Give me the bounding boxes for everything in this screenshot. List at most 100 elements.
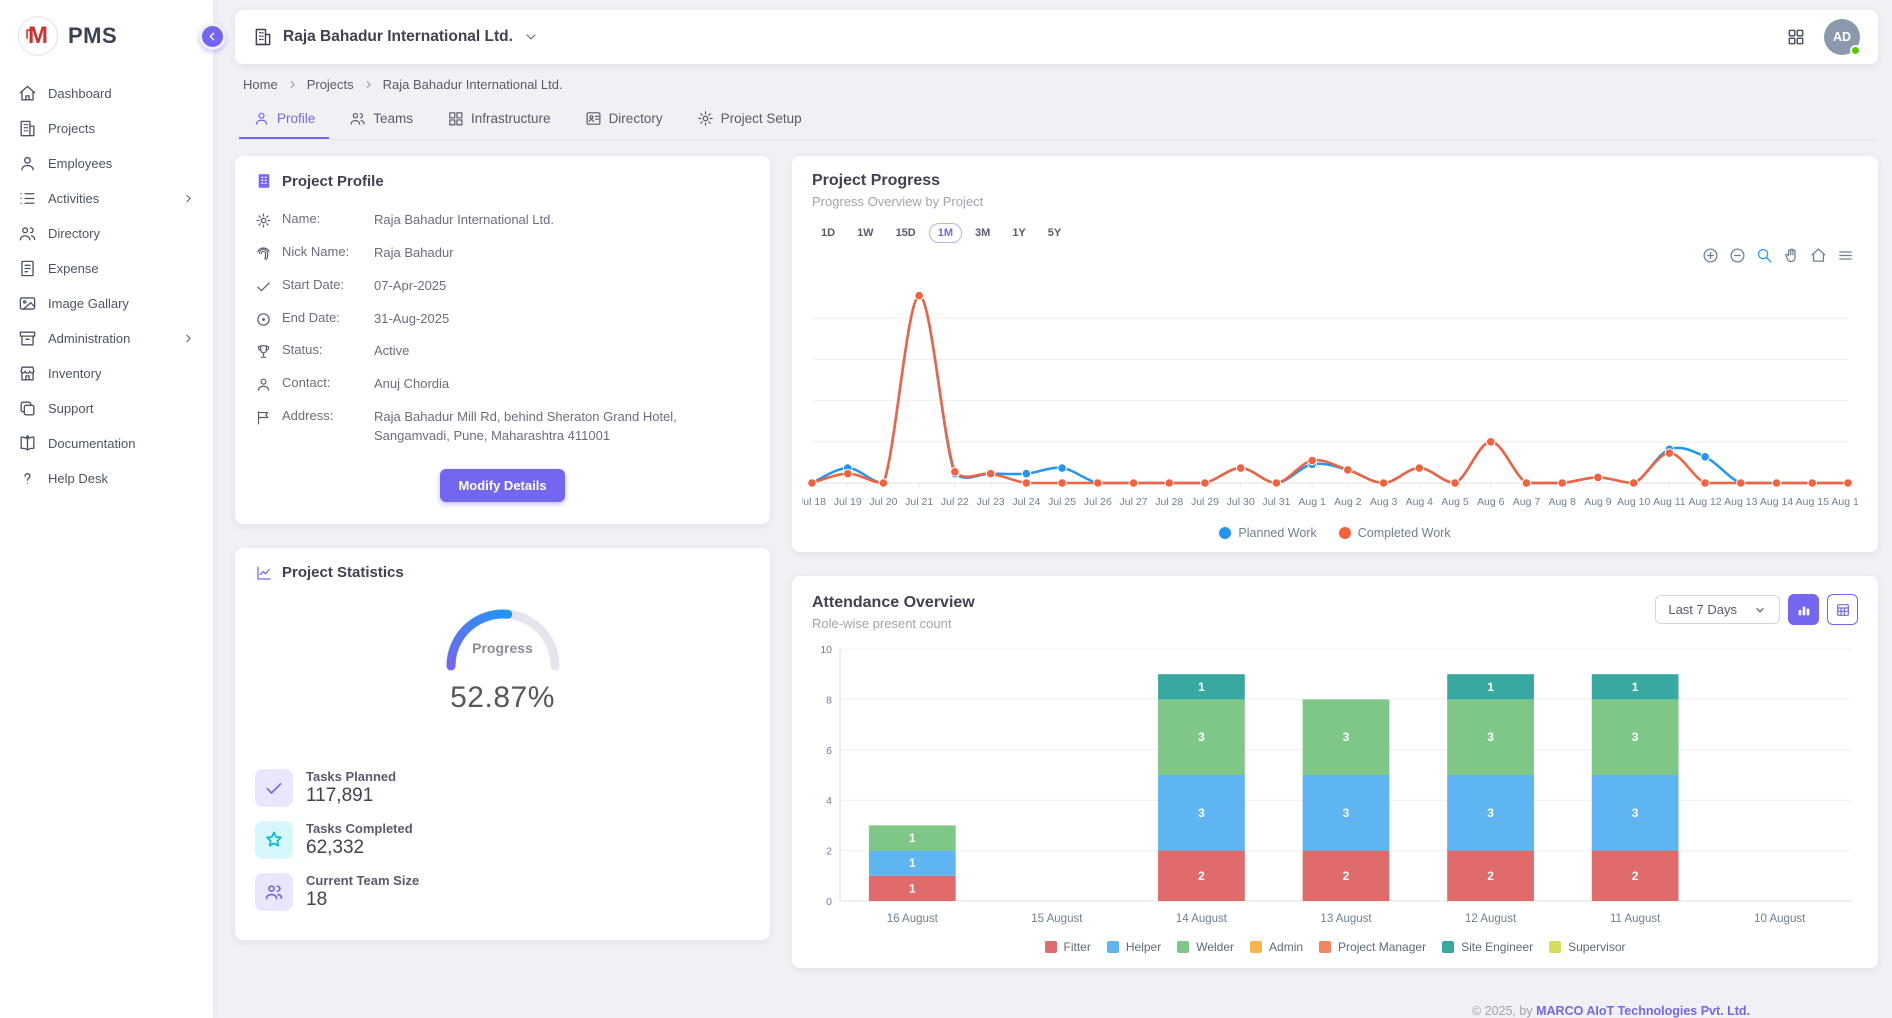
- stat-tasks-completed: Tasks Completed 62,332: [255, 821, 750, 859]
- person-icon: [253, 110, 270, 127]
- team-icon: [264, 882, 284, 902]
- tab-teams[interactable]: Teams: [335, 102, 427, 139]
- range-1y[interactable]: 1Y: [1003, 223, 1034, 243]
- sidebar-item-projects[interactable]: Projects: [0, 111, 213, 146]
- svg-text:Aug 2: Aug 2: [1334, 496, 1362, 508]
- topbar-actions: AD: [1786, 19, 1860, 55]
- progress-gauge: Progress 52.87%: [433, 596, 573, 715]
- stat-tasks-planned: Tasks Planned 117,891: [255, 769, 750, 807]
- avatar-initials: AD: [1833, 30, 1851, 44]
- chevron-left-icon: [206, 30, 219, 43]
- svg-text:10: 10: [820, 644, 832, 656]
- sidebar-item-label: Administration: [48, 331, 130, 346]
- svg-text:Aug 4: Aug 4: [1406, 496, 1434, 508]
- gauge-arc: [433, 596, 573, 674]
- svg-text:3: 3: [1487, 730, 1494, 744]
- sidebar-item-dashboard[interactable]: Dashboard: [0, 76, 213, 111]
- range-5y[interactable]: 5Y: [1039, 223, 1070, 243]
- apps-grid-icon[interactable]: [1786, 27, 1806, 47]
- logo-text: PMS: [68, 23, 117, 49]
- range-selector: 1D 1W 15D 1M 3M 1Y 5Y: [812, 223, 1858, 243]
- zoom-in-icon[interactable]: [1702, 247, 1719, 264]
- sidebar-item-support[interactable]: Support: [0, 391, 213, 426]
- sidebar-item-help-desk[interactable]: Help Desk: [0, 461, 213, 496]
- date-range-dropdown[interactable]: Last 7 Days: [1655, 595, 1780, 624]
- home-reset-icon[interactable]: [1810, 247, 1827, 264]
- tab-profile[interactable]: Profile: [239, 102, 329, 139]
- menu-icon[interactable]: [1837, 247, 1854, 264]
- sidebar-item-inventory[interactable]: Inventory: [0, 356, 213, 391]
- bar-chart-container[interactable]: 024681011116 August15 August233114 Augus…: [792, 631, 1878, 936]
- legend-fitter[interactable]: Fitter: [1045, 940, 1091, 954]
- sidebar-collapse-button[interactable]: [199, 23, 226, 50]
- sidebar-item-administration[interactable]: Administration: [0, 321, 213, 356]
- person-icon: [255, 376, 272, 393]
- legend-project-manager[interactable]: Project Manager: [1319, 940, 1426, 954]
- range-15d[interactable]: 15D: [887, 223, 925, 243]
- legend-site-engineer[interactable]: Site Engineer: [1442, 940, 1533, 954]
- tab-project-setup[interactable]: Project Setup: [683, 102, 816, 139]
- app-layout: M PMS Dashboard Projects Employees Activ…: [0, 0, 1892, 1018]
- range-1m[interactable]: 1M: [929, 223, 962, 243]
- legend-supervisor[interactable]: Supervisor: [1549, 940, 1625, 954]
- svg-text:3: 3: [1632, 806, 1639, 820]
- sidebar-item-documentation[interactable]: Documentation: [0, 426, 213, 461]
- flag-icon: [255, 409, 272, 426]
- attendance-overview-card: Attendance Overview Role-wise present co…: [792, 576, 1878, 968]
- chevron-right-icon: [182, 332, 195, 345]
- home-icon: [18, 84, 37, 103]
- modify-details-button[interactable]: Modify Details: [440, 469, 564, 502]
- svg-text:1: 1: [909, 856, 916, 870]
- star-icon: [264, 830, 284, 850]
- bar-view-button[interactable]: [1788, 594, 1819, 625]
- project-profile-card: Project Profile Name: Raja Bahadur Inter…: [235, 156, 770, 524]
- sidebar-item-directory[interactable]: Directory: [0, 216, 213, 251]
- bar-chart-icon: [1796, 602, 1812, 618]
- breadcrumb-home[interactable]: Home: [243, 77, 278, 92]
- selection-zoom-icon[interactable]: [1756, 247, 1773, 264]
- range-1d[interactable]: 1D: [812, 223, 844, 243]
- pan-icon[interactable]: [1783, 247, 1800, 264]
- legend-completed-work[interactable]: Completed Work: [1339, 526, 1451, 540]
- question-icon: [18, 469, 37, 488]
- user-avatar[interactable]: AD: [1824, 19, 1860, 55]
- field-status: Status: Active: [255, 335, 750, 368]
- tab-infrastructure[interactable]: Infrastructure: [433, 102, 565, 139]
- svg-text:15 August: 15 August: [1031, 913, 1083, 925]
- footer-company-link[interactable]: MARCO AIoT Technologies Pvt. Ltd.: [1536, 1004, 1750, 1018]
- chevron-right-icon: [182, 192, 195, 205]
- legend-planned-work[interactable]: Planned Work: [1219, 526, 1316, 540]
- sidebar-item-expense[interactable]: Expense: [0, 251, 213, 286]
- line-chart: Jul 18Jul 19Jul 20Jul 21Jul 22Jul 23Jul …: [802, 263, 1858, 515]
- sidebar-item-activities[interactable]: Activities: [0, 181, 213, 216]
- archive-icon: [18, 329, 37, 348]
- legend-welder[interactable]: Welder: [1177, 940, 1234, 954]
- table-view-button[interactable]: [1827, 594, 1858, 625]
- company-selector[interactable]: Raja Bahadur International Ltd.: [253, 27, 539, 47]
- top-header-bar: Raja Bahadur International Ltd. AD: [235, 10, 1878, 64]
- legend-helper[interactable]: Helper: [1107, 940, 1161, 954]
- sidebar-item-label: Employees: [48, 156, 112, 171]
- svg-text:Aug 9: Aug 9: [1584, 496, 1612, 508]
- svg-text:Aug 5: Aug 5: [1441, 496, 1469, 508]
- field-nickname: Nick Name: Raja Bahadur: [255, 237, 750, 270]
- svg-text:Jul 19: Jul 19: [834, 496, 862, 508]
- line-chart-container[interactable]: Jul 18Jul 19Jul 20Jul 21Jul 22Jul 23Jul …: [792, 263, 1878, 524]
- svg-text:2: 2: [1487, 869, 1494, 883]
- svg-text:12 August: 12 August: [1465, 913, 1517, 925]
- range-3m[interactable]: 3M: [966, 223, 999, 243]
- sidebar-item-label: Dashboard: [48, 86, 112, 101]
- zoom-out-icon[interactable]: [1729, 247, 1746, 264]
- legend-admin[interactable]: Admin: [1250, 940, 1303, 954]
- tab-directory[interactable]: Directory: [571, 102, 677, 139]
- breadcrumb-projects[interactable]: Projects: [307, 77, 354, 92]
- app-logo[interactable]: M PMS: [0, 0, 213, 76]
- sidebar-item-image-gallery[interactable]: Image Gallary: [0, 286, 213, 321]
- svg-text:1: 1: [1198, 680, 1205, 694]
- svg-text:Aug 3: Aug 3: [1370, 496, 1398, 508]
- svg-text:3: 3: [1343, 730, 1350, 744]
- sidebar-item-employees[interactable]: Employees: [0, 146, 213, 181]
- svg-text:1: 1: [909, 831, 916, 845]
- svg-text:2: 2: [826, 846, 832, 858]
- range-1w[interactable]: 1W: [848, 223, 883, 243]
